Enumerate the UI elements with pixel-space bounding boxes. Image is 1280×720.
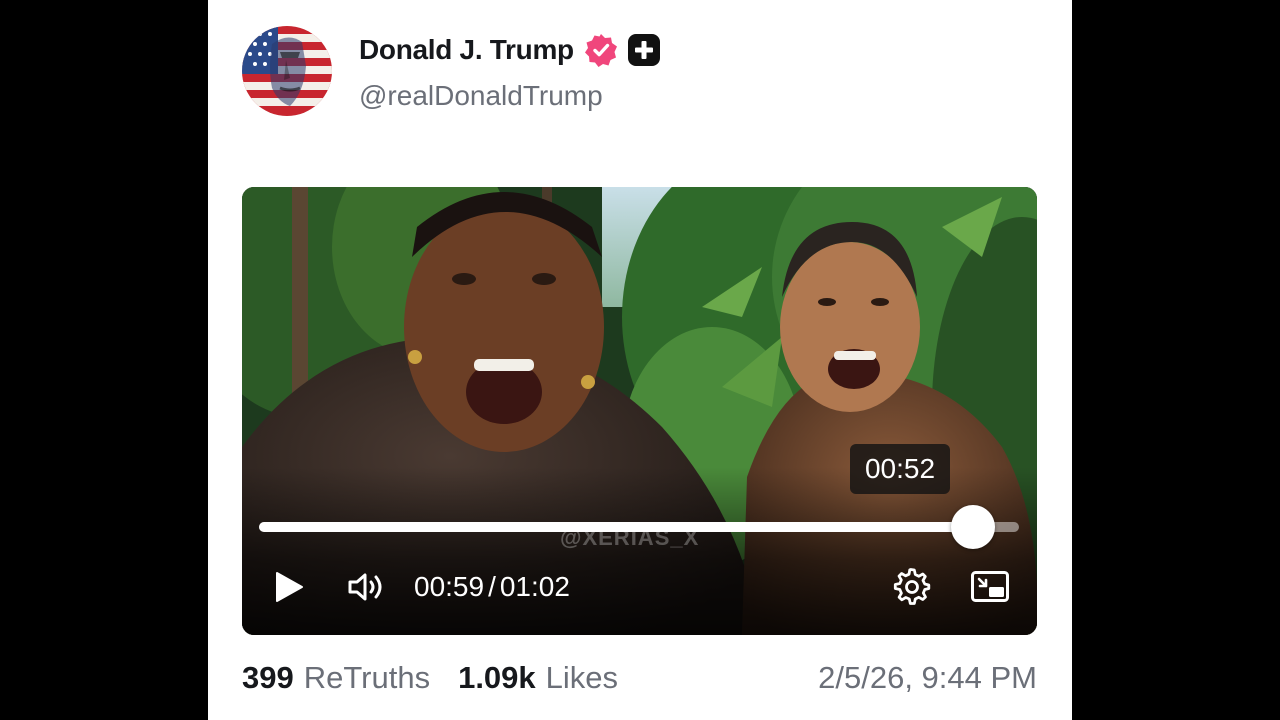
- likes-label[interactable]: Likes: [546, 660, 618, 696]
- current-time: 00:59: [414, 571, 485, 602]
- post-card: Donald J. Trump @realDonaldTrump @XERIAS…: [208, 0, 1072, 720]
- likes-count[interactable]: 1.09k: [458, 660, 536, 696]
- progress-fill: [259, 522, 974, 532]
- post-timestamp[interactable]: 2/5/26, 9:44 PM: [818, 660, 1037, 696]
- time-separator: /: [488, 571, 496, 602]
- avatar[interactable]: [242, 26, 332, 116]
- us-flag-portrait-avatar: [242, 26, 332, 116]
- picture-in-picture-icon[interactable]: [970, 570, 1010, 604]
- plus-icon: [627, 34, 660, 66]
- verified-badge-icon: [584, 34, 617, 67]
- retruths-count[interactable]: 399: [242, 660, 294, 696]
- display-name[interactable]: Donald J. Trump: [359, 34, 574, 66]
- gear-icon[interactable]: [893, 568, 931, 606]
- name-row: Donald J. Trump: [359, 30, 660, 70]
- time-readout: 00:59 / 01:02: [414, 569, 570, 605]
- post-stats: 399 ReTruths 1.09k Likes 2/5/26, 9:44 PM: [242, 656, 1037, 700]
- handle[interactable]: @realDonaldTrump: [359, 80, 603, 112]
- video-player[interactable]: @XERIAS_X 00:52 00:59 / 01:02: [242, 187, 1037, 635]
- play-icon[interactable]: [274, 571, 304, 603]
- retruths-label[interactable]: ReTruths: [304, 660, 430, 696]
- volume-icon[interactable]: [347, 571, 387, 603]
- seek-time-tooltip: 00:52: [850, 444, 950, 494]
- progress-bar[interactable]: [259, 505, 1019, 549]
- duration: 01:02: [499, 571, 570, 602]
